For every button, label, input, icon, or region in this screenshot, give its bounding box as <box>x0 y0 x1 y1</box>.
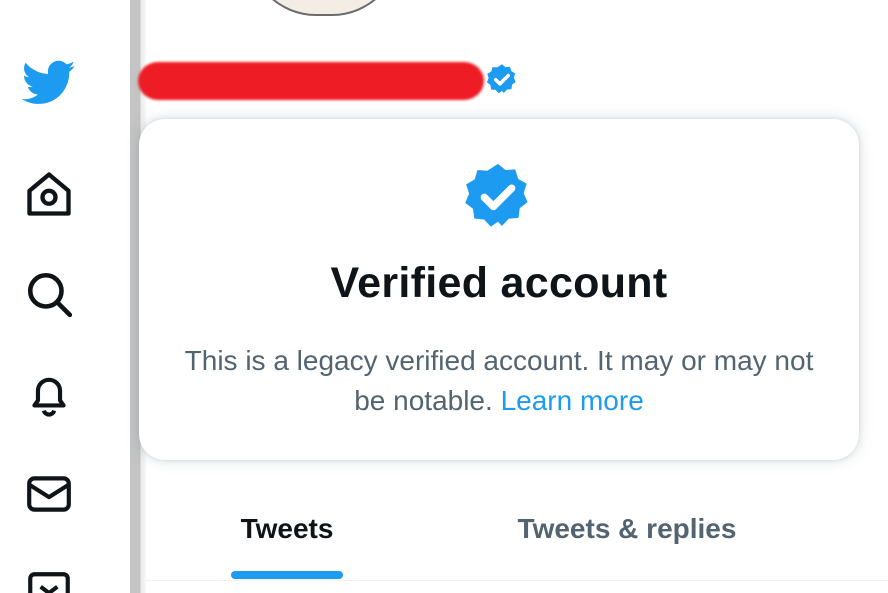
learn-more-link[interactable]: Learn more <box>501 385 644 416</box>
bookmarks-icon <box>28 572 70 593</box>
verified-account-popover: Verified account This is a legacy verifi… <box>139 119 859 460</box>
active-tab-indicator <box>231 571 343 579</box>
redacted-display-name <box>138 62 484 100</box>
nav-notifications[interactable] <box>22 368 76 422</box>
messages-envelope-icon <box>27 476 71 512</box>
home-icon <box>27 172 71 216</box>
popover-description: This is a legacy verified account. It ma… <box>179 341 819 421</box>
nav-home[interactable] <box>22 167 76 221</box>
notifications-bell-icon <box>32 377 66 417</box>
twitter-profile-page: Verified account This is a legacy verifi… <box>0 0 888 593</box>
nav-explore[interactable] <box>22 267 76 321</box>
profile-verified-badge[interactable] <box>484 62 520 98</box>
sidebar-nav <box>0 0 130 593</box>
popover-badge <box>459 159 537 237</box>
tab-tweets-and-replies[interactable]: Tweets & replies <box>470 505 784 553</box>
popover-body-text: This is a legacy verified account. It ma… <box>184 345 814 416</box>
twitter-bird-icon <box>22 60 76 104</box>
tabs-divider <box>146 580 888 581</box>
verified-badge-icon <box>486 64 516 94</box>
nav-messages[interactable] <box>22 467 76 521</box>
popover-title: Verified account <box>330 259 668 307</box>
search-icon <box>27 272 73 318</box>
verified-badge-icon <box>465 163 528 227</box>
tab-tweets[interactable]: Tweets <box>200 505 374 553</box>
twitter-logo-button[interactable] <box>22 56 76 110</box>
nav-bookmarks[interactable] <box>22 566 76 593</box>
